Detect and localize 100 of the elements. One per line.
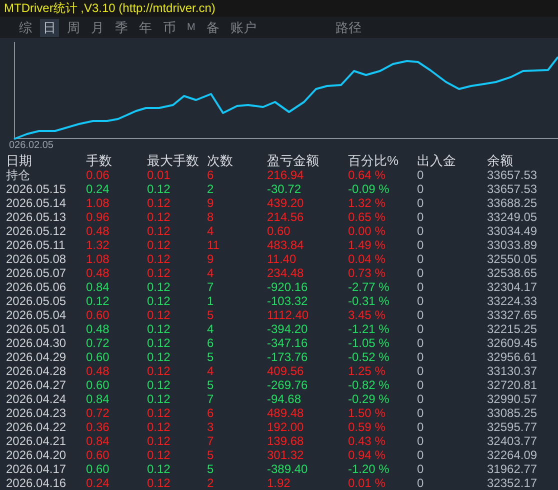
tab[interactable]: 综 [16, 18, 35, 36]
table-cell-text: 0.84 [86, 434, 110, 448]
table-cell-text: 5 [207, 462, 215, 476]
table-cell-text: 32550.05 [487, 252, 538, 266]
table-cell-text: 139.68 [267, 434, 305, 448]
tab[interactable]: 账户 [227, 18, 260, 36]
tab[interactable]: 周 [64, 18, 83, 36]
table-cell-text: 32352.17 [487, 476, 538, 490]
table-cell-text: 6 [207, 336, 215, 350]
table-cell-text: -0.82 % [348, 378, 390, 392]
tab[interactable]: 备 [203, 18, 222, 36]
table-cell-text: 0.12 [147, 238, 172, 252]
table-cell-text: 0 [417, 210, 425, 224]
column-header: 最大手数 [147, 154, 200, 168]
table-cell-text: 0.60 [86, 308, 110, 322]
table-cell-text: 1112.40 [267, 308, 310, 322]
table-cell-text: 9 [207, 252, 215, 266]
table-cell-text: 0 [417, 350, 425, 364]
table-cell-text: 11 [207, 238, 220, 252]
table-cell-text: 0 [417, 392, 425, 406]
table-cell-text: 0.12 [147, 476, 172, 490]
table-cell-text: 2026.05.14 [6, 196, 68, 210]
table-cell-text: 2026.04.27 [6, 378, 68, 392]
table-cell-text: 0.65 % [348, 210, 386, 224]
table-cell-text: 4 [207, 322, 215, 336]
table-cell-text: 0 [417, 182, 425, 196]
table-cell-text: 2026.04.24 [6, 392, 68, 406]
table-cell-text: 0.01 % [348, 476, 386, 490]
table-cell-text: 1.92 [267, 476, 292, 490]
table-cell-text: 0 [417, 336, 425, 350]
table-cell-text: 32720.81 [487, 378, 538, 392]
path-button[interactable]: 路径 [332, 18, 364, 36]
table-cell-text: 0.12 [147, 434, 172, 448]
table-cell-text: 0.94 % [348, 448, 386, 462]
table-cell-text: 3 [207, 420, 215, 434]
table-cell-text: 1.25 % [348, 364, 386, 378]
table-cell-text: 0 [417, 294, 425, 308]
table-cell-text: 2026.05.04 [6, 308, 68, 322]
table-cell-text: 192.00 [267, 420, 305, 434]
table-cell-text: 409.56 [267, 364, 305, 378]
table-cell-text: 0.48 [86, 266, 110, 280]
table-cell-text: 33034.49 [487, 224, 538, 238]
table-cell-text: 3.45 % [348, 308, 386, 322]
table-cell-text: 0.06 [86, 168, 110, 182]
tab[interactable]: 年 [136, 18, 155, 36]
table-cell-text: 2026.05.08 [6, 252, 68, 266]
table-cell-text: -2.77 % [348, 280, 390, 294]
table-cell-text: -394.20 [267, 322, 309, 336]
table-cell-text: 0 [417, 448, 425, 462]
table-cell-text: 33657.53 [487, 168, 538, 182]
table-cell-text: 483.84 [267, 238, 305, 252]
table-cell-text: 6 [207, 168, 215, 182]
tab[interactable]: M [184, 18, 198, 36]
table-cell-text: 2026.05.11 [6, 238, 66, 252]
table-cell-text: 31962.77 [487, 462, 538, 476]
table-cell-text: 0 [417, 322, 425, 336]
table-cell-text: 7 [207, 392, 215, 406]
table-cell-text: -347.16 [267, 336, 309, 350]
table-cell-text: 0.96 [86, 210, 110, 224]
tab[interactable]: 季 [112, 18, 131, 36]
table-cell-text: 9 [207, 196, 215, 210]
table-cell-text: 0 [417, 168, 425, 182]
table-cell-text: 0.72 [86, 406, 110, 420]
table-cell-text: 5 [207, 308, 215, 322]
table-cell-text: -1.21 % [348, 322, 390, 336]
table-cell-text: -1.20 % [348, 462, 390, 476]
table-cell-text: 0 [417, 238, 425, 252]
table-cell-text: 2026.05.01 [6, 322, 68, 336]
tab[interactable]: 日 [40, 18, 59, 36]
table-cell-text: 5 [207, 448, 215, 462]
table-cell-text: 0.12 [147, 322, 172, 336]
table-cell-text: 0 [417, 378, 425, 392]
table-cell-text: 216.94 [267, 168, 305, 182]
table-cell-text: 0.12 [147, 392, 172, 406]
table-cell-text: 33327.65 [487, 308, 538, 322]
table-cell-text: 0 [417, 224, 425, 238]
table-cell-text: 2026.04.20 [6, 448, 68, 462]
table-cell-text: 0.12 [147, 224, 172, 238]
table-cell-text: 0.00 % [348, 224, 386, 238]
table-cell-text: 33249.05 [487, 210, 538, 224]
table-cell-text: 0.12 [147, 266, 172, 280]
column-header: 日期 [6, 154, 33, 168]
tab[interactable]: 月 [88, 18, 107, 36]
table-cell-text: 0.12 [86, 294, 110, 308]
table-cell-text: 32403.77 [487, 434, 538, 448]
table-cell-text: 0.12 [147, 462, 172, 476]
table-cell-text: 0 [417, 196, 425, 210]
table-cell-text: 2 [207, 476, 215, 490]
tab[interactable]: 币 [160, 18, 179, 36]
column-header: 出入金 [417, 154, 457, 168]
table-cell-text: 持仓 [6, 168, 31, 182]
table-cell-text: -269.76 [267, 378, 309, 392]
table-cell-text: 7 [207, 434, 215, 448]
table-cell-text: 11.40 [267, 252, 298, 266]
table-cell-text: 0.12 [147, 406, 172, 420]
table-cell-text: 0.12 [147, 336, 172, 350]
table-cell-text: 0 [417, 280, 425, 294]
table-cell-text: 0 [417, 434, 425, 448]
window-title: MTDriver统计 ,V3.10 (http://mtdriver.cn) [4, 0, 216, 17]
table-cell-text: 4 [207, 266, 215, 280]
